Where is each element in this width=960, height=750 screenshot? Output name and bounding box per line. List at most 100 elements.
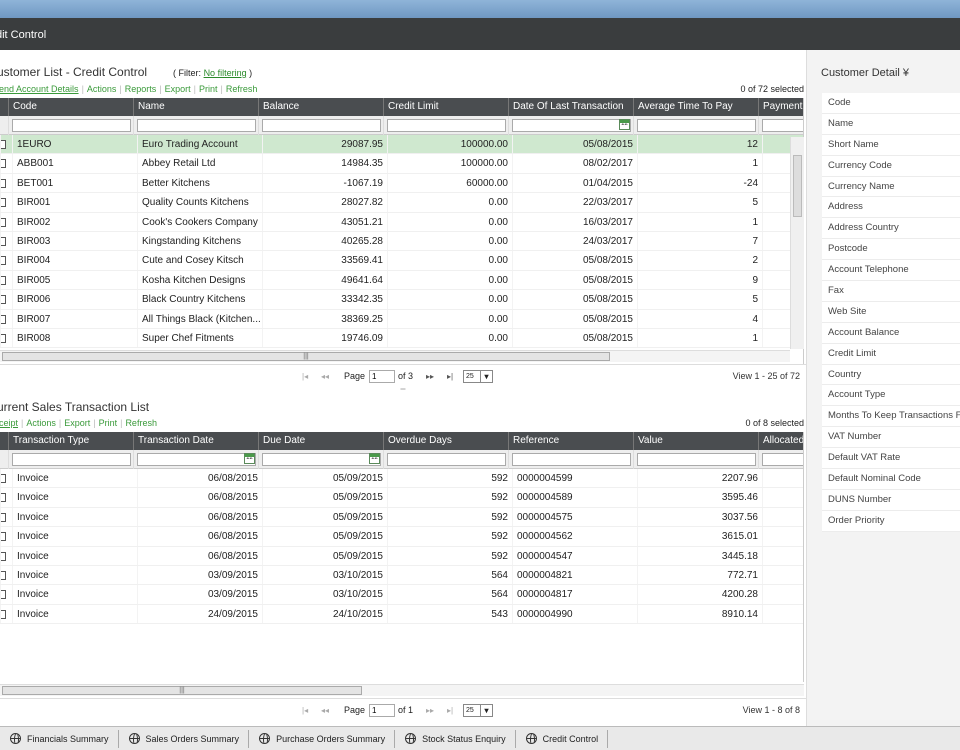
row-checkbox[interactable] bbox=[0, 173, 12, 193]
next-page-icon[interactable]: ▸▸ bbox=[426, 372, 434, 381]
col-header-value[interactable]: Value bbox=[633, 432, 758, 450]
table-row[interactable]: BIR001 Quality Counts Kitchens 28027.82 0.0… bbox=[0, 193, 803, 213]
action-export[interactable]: Export bbox=[64, 418, 90, 428]
table-row[interactable]: BIR006 Black Country Kitchens 33342.35 0.00… bbox=[0, 290, 803, 310]
page-size-select[interactable]: 25 ▾ bbox=[463, 704, 493, 717]
next-page-icon[interactable]: ▸▸ bbox=[426, 706, 434, 715]
action-refresh[interactable]: Refresh bbox=[226, 84, 258, 94]
table-row[interactable]: BIR004 Cute and Cosey Kitsch 33569.41 0.00 0… bbox=[0, 251, 803, 271]
prev-page-icon[interactable]: ◂◂ bbox=[321, 372, 329, 381]
select-all-checkbox[interactable] bbox=[0, 432, 8, 450]
col-header-transaction-type[interactable]: Transaction Type bbox=[8, 432, 133, 450]
page-number-input[interactable] bbox=[369, 370, 395, 383]
filter-due-input[interactable] bbox=[262, 453, 381, 466]
customer-vertical-scrollbar[interactable] bbox=[790, 137, 804, 349]
row-checkbox[interactable] bbox=[0, 154, 12, 173]
filter-payment-input[interactable] bbox=[762, 119, 803, 132]
row-checkbox[interactable] bbox=[0, 309, 12, 328]
action-reports[interactable]: Reports bbox=[125, 84, 157, 94]
last-page-icon[interactable]: ▸| bbox=[447, 372, 453, 381]
page-size-select[interactable]: 25 ▾ bbox=[463, 370, 493, 383]
scroll-thumb[interactable] bbox=[793, 155, 802, 217]
customer-detail-title[interactable]: Customer Detail ¥ bbox=[821, 67, 909, 79]
filter-code-input[interactable] bbox=[12, 119, 131, 132]
col-header-reference[interactable]: Reference bbox=[508, 432, 633, 450]
col-header-overdue-days[interactable]: Overdue Days bbox=[383, 432, 508, 450]
first-page-icon[interactable]: |◂ bbox=[302, 372, 308, 381]
table-row[interactable]: 1EURO Euro Trading Account 29087.95 100000.… bbox=[0, 135, 803, 155]
action-actions[interactable]: Actions bbox=[26, 418, 56, 428]
filter-overdue-input[interactable] bbox=[387, 453, 506, 466]
row-checkbox[interactable] bbox=[0, 231, 12, 251]
row-checkbox[interactable] bbox=[0, 604, 12, 624]
col-header-code[interactable]: Code bbox=[8, 98, 133, 116]
row-checkbox[interactable] bbox=[0, 135, 12, 154]
filter-link[interactable]: No filtering bbox=[204, 68, 247, 78]
prev-page-icon[interactable]: ◂◂ bbox=[321, 706, 329, 715]
filter-date-input[interactable] bbox=[512, 119, 631, 132]
col-header-balance[interactable]: Balance bbox=[258, 98, 383, 116]
col-header-allocated[interactable]: Allocated V bbox=[758, 432, 803, 450]
col-header-transaction-date[interactable]: Transaction Date bbox=[133, 432, 258, 450]
table-row[interactable]: Invoice 06/08/2015 05/09/2015 592 0000004599… bbox=[0, 469, 803, 489]
filter-balance-input[interactable] bbox=[262, 119, 381, 132]
scroll-thumb[interactable]: ||| bbox=[2, 686, 362, 695]
col-header-avg-time[interactable]: Average Time To Pay bbox=[633, 98, 758, 116]
scroll-thumb[interactable]: ||| bbox=[2, 352, 610, 361]
row-checkbox[interactable] bbox=[0, 546, 12, 565]
table-row[interactable]: BIR005 Kosha Kitchen Designs 49641.64 0.00 0… bbox=[0, 270, 803, 291]
action-amend-account[interactable]: end Account Details bbox=[0, 84, 79, 94]
filter-name-input[interactable] bbox=[137, 119, 256, 132]
col-header-last-transaction[interactable]: Date Of Last Transaction bbox=[508, 98, 633, 116]
action-export[interactable]: Export bbox=[165, 84, 191, 94]
row-checkbox[interactable] bbox=[0, 585, 12, 604]
last-page-icon[interactable]: ▸| bbox=[447, 706, 453, 715]
table-row[interactable]: Invoice 03/09/2015 03/10/2015 564 0000004817… bbox=[0, 585, 803, 605]
action-print[interactable]: Print bbox=[99, 418, 118, 428]
row-checkbox[interactable] bbox=[0, 488, 12, 507]
bottom-tab[interactable]: Financials Summary bbox=[0, 729, 119, 748]
action-print[interactable]: Print bbox=[199, 84, 218, 94]
filter-credit-limit-input[interactable] bbox=[387, 119, 506, 132]
table-row[interactable]: BET001 Better Kitchens -1067.19 60000.00 01/… bbox=[0, 173, 803, 194]
row-checkbox[interactable] bbox=[0, 193, 12, 212]
calendar-icon[interactable]: 12 bbox=[369, 453, 380, 464]
first-page-icon[interactable]: |◂ bbox=[302, 706, 308, 715]
action-refresh[interactable]: Refresh bbox=[125, 418, 157, 428]
filter-reference-input[interactable] bbox=[512, 453, 631, 466]
calendar-icon[interactable]: 12 bbox=[619, 119, 630, 130]
table-row[interactable]: Invoice 06/08/2015 05/09/2015 592 0000004589… bbox=[0, 488, 803, 508]
filter-value-input[interactable] bbox=[637, 453, 756, 466]
transaction-horizontal-scrollbar[interactable]: ||| bbox=[0, 684, 804, 696]
filter-tdate-input[interactable] bbox=[137, 453, 256, 466]
col-header-credit-limit[interactable]: Credit Limit bbox=[383, 98, 508, 116]
select-all-checkbox[interactable] bbox=[0, 98, 8, 116]
bottom-tab[interactable]: Purchase Orders Summary bbox=[249, 729, 396, 748]
row-checkbox[interactable] bbox=[0, 507, 12, 527]
row-checkbox[interactable] bbox=[0, 328, 12, 348]
row-checkbox[interactable] bbox=[0, 270, 12, 290]
row-checkbox[interactable] bbox=[0, 527, 12, 546]
table-row[interactable]: BIR002 Cook's Cookers Company 43051.21 0.00… bbox=[0, 212, 803, 232]
table-row[interactable]: BIR003 Kingstanding Kitchens 40265.28 0.00 2… bbox=[0, 231, 803, 252]
filter-type-input[interactable] bbox=[12, 453, 131, 466]
bottom-tab[interactable]: Stock Status Enquiry bbox=[395, 729, 516, 748]
col-header-name[interactable]: Name bbox=[133, 98, 258, 116]
col-header-due-date[interactable]: Due Date bbox=[258, 432, 383, 450]
table-row[interactable]: BIR007 All Things Black (Kitchen... 38369.… bbox=[0, 309, 803, 329]
table-row[interactable]: Invoice 06/08/2015 05/09/2015 592 0000004547… bbox=[0, 546, 803, 566]
table-row[interactable]: ABB001 Abbey Retail Ltd 14984.35 100000.00 0… bbox=[0, 154, 803, 174]
row-checkbox[interactable] bbox=[0, 212, 12, 231]
col-header-payment[interactable]: Payment T bbox=[758, 98, 803, 116]
panel-splitter[interactable]: ═ bbox=[0, 386, 806, 395]
calendar-icon[interactable]: 12 bbox=[244, 453, 255, 464]
row-checkbox[interactable] bbox=[0, 469, 12, 488]
filter-allocated-input[interactable] bbox=[762, 453, 803, 466]
action-receipt[interactable]: ceipt bbox=[0, 418, 18, 428]
table-row[interactable]: BIR008 Super Chef Fitments 19746.09 0.00 05/… bbox=[0, 328, 803, 349]
row-checkbox[interactable] bbox=[0, 565, 12, 585]
bottom-tab[interactable]: Sales Orders Summary bbox=[119, 729, 250, 748]
filter-avg-input[interactable] bbox=[637, 119, 756, 132]
customer-horizontal-scrollbar[interactable]: ||| bbox=[0, 350, 790, 362]
table-row[interactable]: Invoice 06/08/2015 05/09/2015 592 0000004575… bbox=[0, 507, 803, 528]
